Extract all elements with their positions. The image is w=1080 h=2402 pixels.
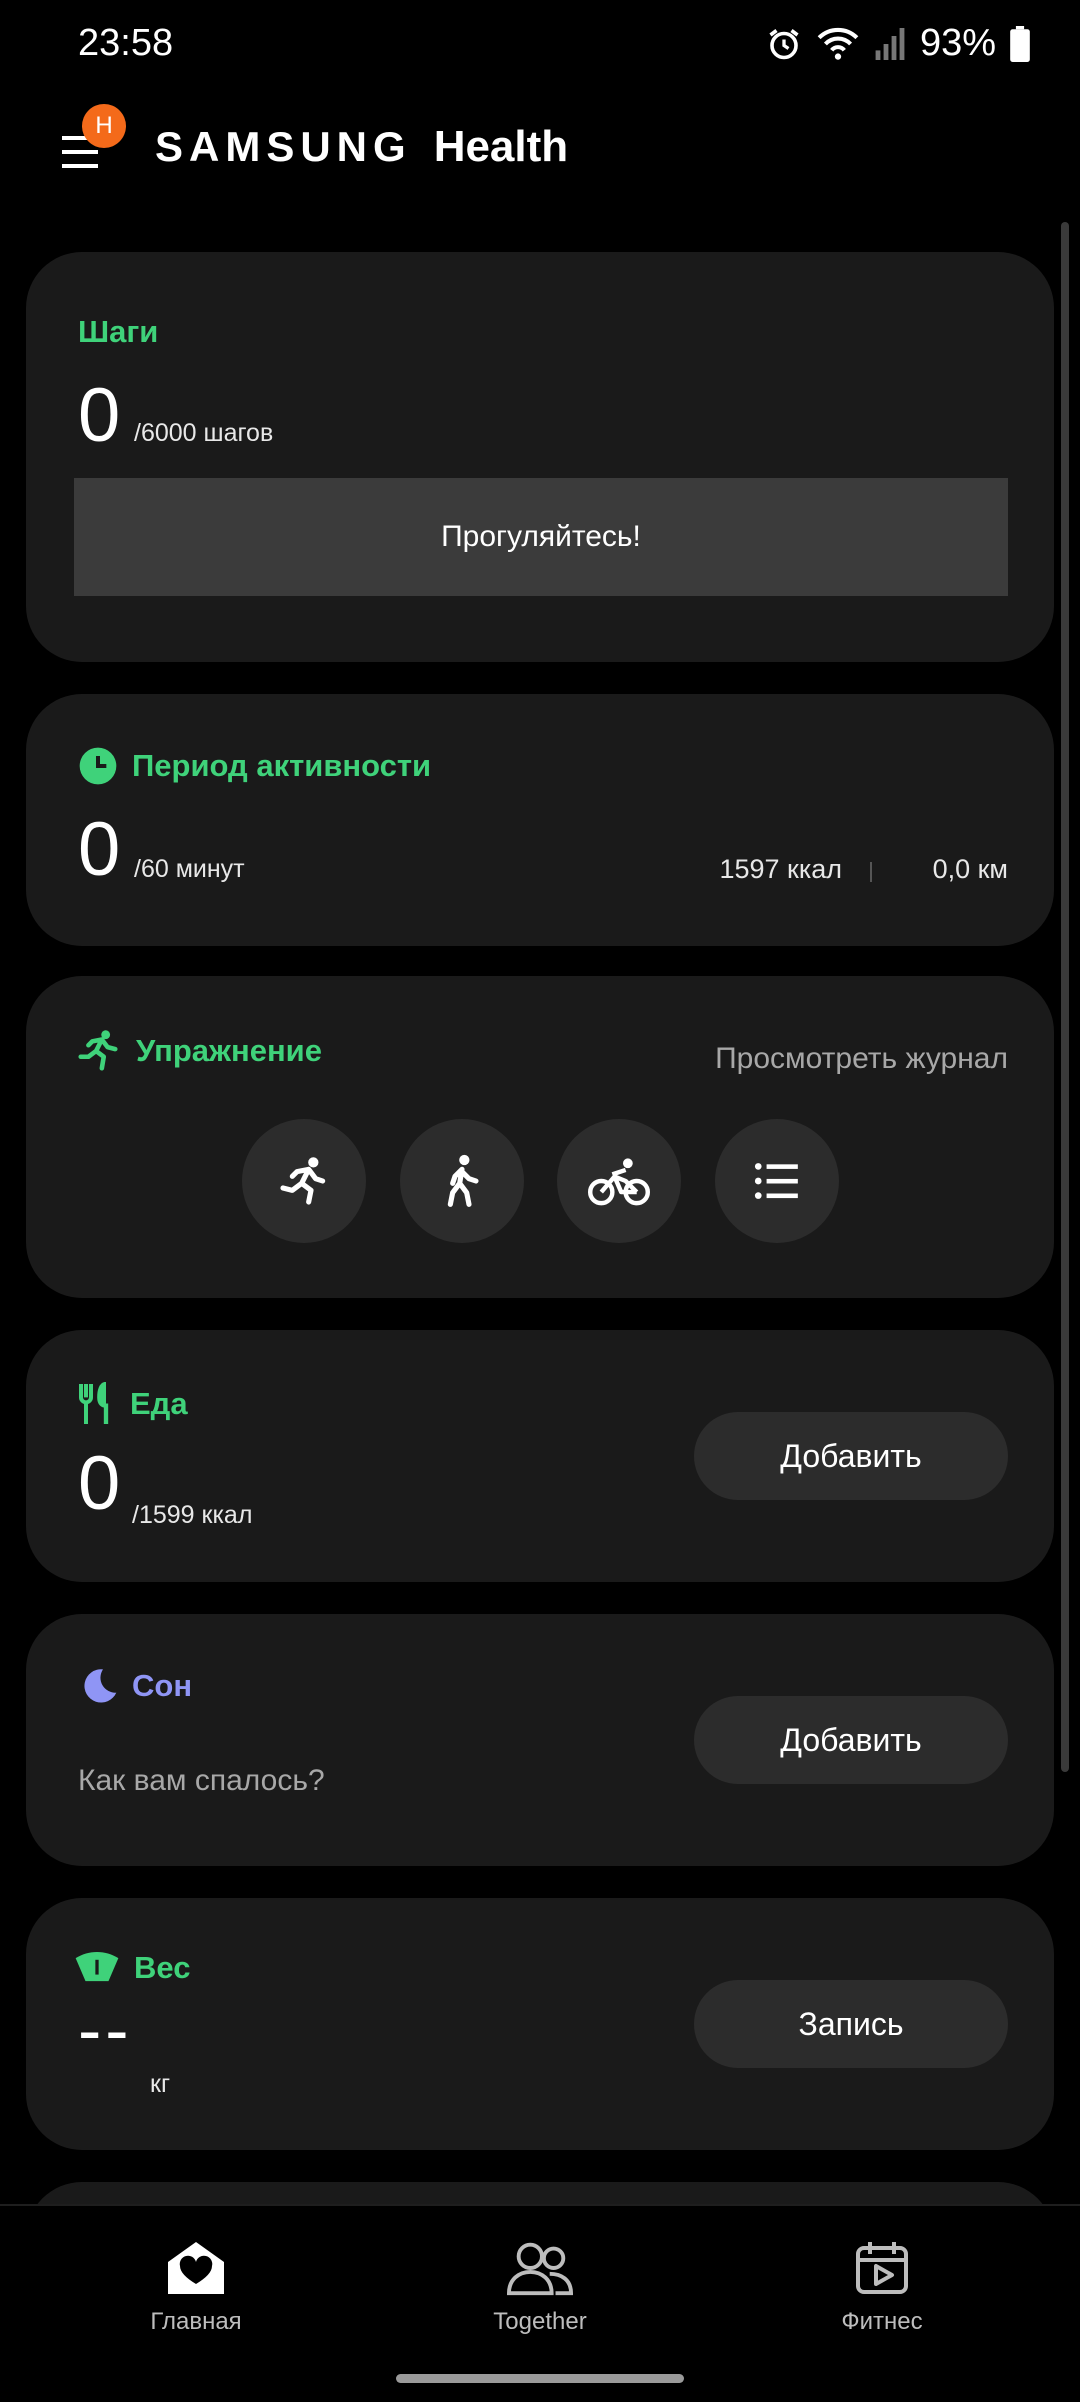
nav-together-label: Together [493, 2308, 587, 2335]
steps-card[interactable]: Шаги 0 /6000 шагов Прогуляйтесь! [26, 252, 1054, 662]
exercise-card[interactable]: Упражнение Просмотреть журнал [26, 976, 1054, 1298]
activity-distance: 0,0 км [932, 854, 1008, 884]
walk-prompt-button[interactable]: Прогуляйтесь! [74, 478, 1008, 596]
battery-icon [1010, 25, 1030, 62]
activity-card[interactable]: Период активности 0 /60 минут 1597 ккал … [26, 694, 1054, 946]
activity-kcal: 1597 ккал [719, 854, 842, 884]
status-time: 23:58 [78, 22, 174, 64]
walk-exercise-button[interactable] [400, 1119, 524, 1243]
weight-title: Вес [74, 1950, 190, 1986]
activity-value: 0 [78, 807, 121, 892]
menu-button[interactable]: H [60, 104, 126, 178]
brand-health: Health [433, 122, 569, 171]
cycling-icon [588, 1158, 650, 1206]
list-icon [754, 1163, 798, 1199]
alarm-icon [769, 28, 799, 59]
status-icons: 93% [766, 22, 1030, 65]
steps-value: 0 [78, 373, 121, 458]
run-exercise-button[interactable] [242, 1119, 366, 1243]
app-logo: SAMSUNG Health [155, 122, 568, 172]
home-indicator[interactable] [396, 2374, 684, 2383]
brand-samsung: SAMSUNG [155, 123, 412, 170]
exercise-title: Упражнение [74, 1028, 322, 1074]
weight-card[interactable]: Вес -- кг Запись [26, 1898, 1054, 2150]
notification-badge: H [82, 104, 126, 148]
cycling-exercise-button[interactable] [557, 1119, 681, 1243]
scrollbar[interactable] [1061, 222, 1069, 1772]
activity-target: /60 минут [134, 855, 245, 883]
home-heart-icon [168, 2242, 224, 2294]
nav-home[interactable]: Главная [96, 2240, 296, 2336]
walking-icon [447, 1154, 479, 1207]
nav-fitness-label: Фитнес [841, 2308, 923, 2335]
sleep-title: Сон [78, 1666, 192, 1706]
exercise-title-label: Упражнение [136, 1033, 322, 1068]
view-log-link[interactable]: Просмотреть журнал [715, 1042, 1008, 1076]
food-add-button[interactable]: Добавить [694, 1412, 1008, 1500]
battery-percent: 93% [919, 22, 996, 64]
steps-target: /6000 шагов [134, 419, 274, 447]
weight-unit: кг [150, 2070, 171, 2098]
nav-fitness[interactable]: Фитнес [782, 2240, 982, 2336]
scale-icon [75, 1951, 119, 1982]
weight-value: -- [78, 1991, 133, 2069]
sleep-card[interactable]: Сон Как вам спалось? Добавить [26, 1614, 1054, 1866]
nav-together[interactable]: Together [440, 2240, 640, 2336]
food-value: 0 [78, 1441, 121, 1526]
moon-icon [84, 1669, 117, 1703]
food-title: Еда [76, 1382, 188, 1426]
running-icon [78, 1030, 118, 1071]
clock-icon [79, 747, 117, 785]
sleep-add-button[interactable]: Добавить [694, 1696, 1008, 1784]
fork-knife-icon [79, 1382, 109, 1424]
activity-title-label: Период активности [132, 748, 432, 783]
wifi-icon [817, 27, 859, 60]
calendar-play-icon [856, 2242, 908, 2294]
more-exercises-button[interactable] [715, 1119, 839, 1243]
sleep-title-label: Сон [132, 1668, 193, 1703]
sleep-prompt: Как вам спалось? [78, 1764, 325, 1797]
nav-home-label: Главная [150, 2308, 242, 2335]
steps-title: Шаги [78, 314, 159, 349]
bottom-navigation: Главная Together Фитнес [0, 2204, 1080, 2402]
running-icon [280, 1157, 326, 1205]
activity-title: Период активности [78, 746, 431, 786]
food-target: /1599 ккал [132, 1501, 253, 1529]
signal-icon [875, 27, 905, 60]
weight-record-button[interactable]: Запись [694, 1980, 1008, 2068]
food-title-label: Еда [130, 1386, 188, 1421]
divider [870, 862, 872, 882]
weight-title-label: Вес [134, 1950, 191, 1985]
people-icon [507, 2242, 573, 2296]
food-card[interactable]: Еда 0 /1599 ккал Добавить [26, 1330, 1054, 1582]
